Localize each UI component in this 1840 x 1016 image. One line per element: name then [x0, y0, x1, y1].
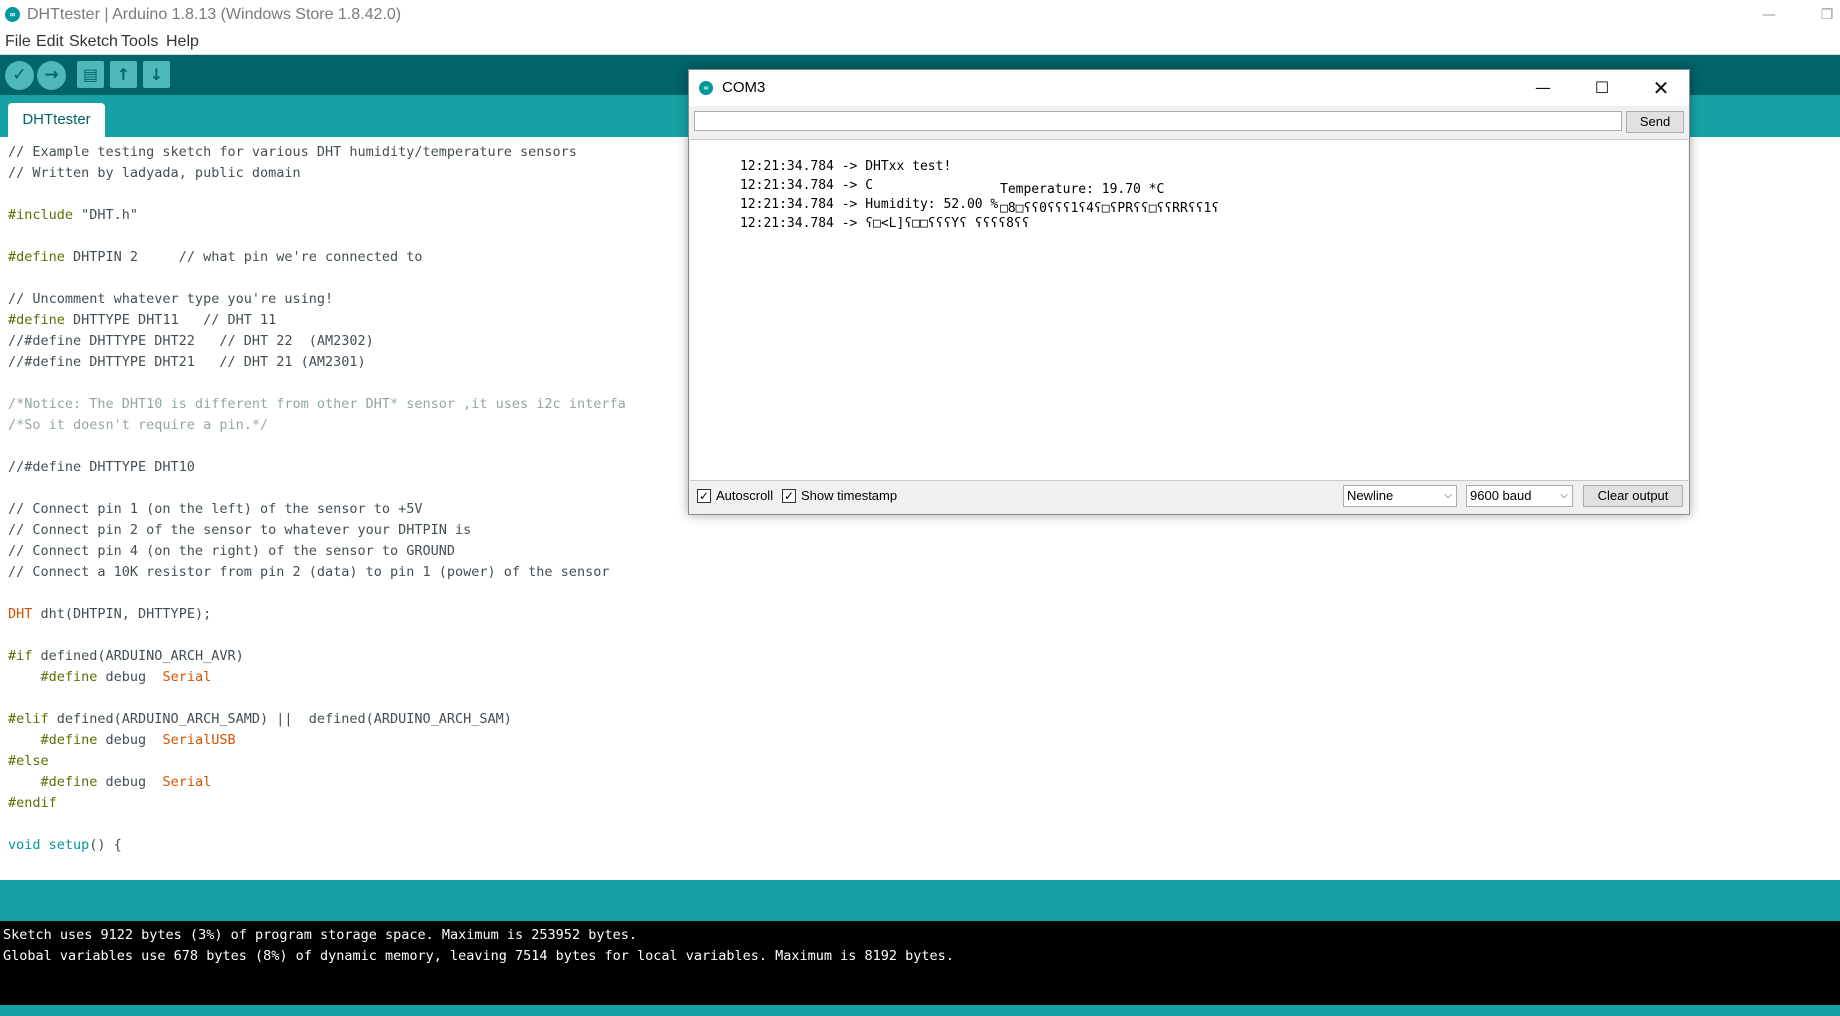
window-title: DHTtester | Arduino 1.8.13 (Windows Stor…	[27, 6, 402, 23]
console-header	[0, 880, 1840, 921]
code-line: #endif	[8, 795, 57, 811]
send-button[interactable]: Send	[1626, 111, 1684, 133]
new-file-icon: ▤	[82, 65, 99, 84]
title-bar: ∞ DHTtester | Arduino 1.8.13 (Windows St…	[0, 0, 1840, 30]
code-line: #define DHTPIN 2 // what pin we're conne…	[8, 249, 423, 265]
code-line: DHT dht(DHTPIN, DHTTYPE);	[8, 606, 212, 622]
arrow-up-icon: ↑	[116, 65, 131, 84]
serial-input[interactable]	[694, 111, 1622, 131]
minimize-icon[interactable]: —	[1757, 4, 1781, 26]
code-line: #include "DHT.h"	[8, 207, 139, 223]
chevron-down-icon: ⌵	[1444, 490, 1452, 501]
close-icon[interactable]: ✕	[1646, 75, 1676, 101]
code-line: // Connect a 10K resistor from pin 2 (da…	[8, 564, 610, 580]
console-line: Sketch uses 9122 bytes (3%) of program s…	[3, 927, 637, 943]
menu-bar: File Edit Sketch Tools Help	[0, 31, 1840, 55]
code-line: //#define DHTTYPE DHT21 // DHT 21 (AM230…	[8, 354, 366, 370]
serial-monitor-footer: ✓ Autoscroll ✓ Show timestamp Newline ⌵ …	[689, 481, 1689, 513]
new-sketch-button[interactable]: ▤	[77, 61, 104, 88]
code-line: #define debug Serial	[8, 669, 212, 685]
clear-output-button[interactable]: Clear output	[1583, 485, 1683, 507]
restore-icon[interactable]: ❐	[1815, 4, 1839, 26]
code-line: void setup() {	[8, 837, 122, 853]
code-line: // Example testing sketch for various DH…	[8, 144, 577, 160]
code-line: #define DHTTYPE DHT11 // DHT 11	[8, 312, 277, 328]
chevron-down-icon: ⌵	[1560, 490, 1568, 501]
upload-button[interactable]: →	[37, 61, 66, 90]
code-line: // Connect pin 2 of the sensor to whatev…	[8, 522, 472, 538]
console-line: Global variables use 678 bytes (8%) of d…	[3, 948, 954, 964]
show-timestamp-checkbox[interactable]: ✓	[782, 489, 796, 503]
menu-file[interactable]: File	[5, 33, 31, 51]
code-line: /*Notice: The DHT10 is different from ot…	[8, 396, 626, 412]
arrow-right-icon: →	[44, 65, 59, 85]
menu-help[interactable]: Help	[166, 33, 199, 51]
code-line: //#define DHTTYPE DHT10	[8, 459, 195, 475]
checkmark-icon: ✓	[12, 65, 27, 85]
code-line: //#define DHTTYPE DHT22 // DHT 22 (AM230…	[8, 333, 374, 349]
code-line: #define debug SerialUSB	[8, 732, 236, 748]
show-timestamp-label: Show timestamp	[801, 488, 898, 503]
arrow-down-icon: ↓	[149, 65, 164, 84]
code-line: // Connect pin 4 (on the right) of the s…	[8, 543, 456, 559]
arduino-logo-icon: ∞	[699, 81, 713, 95]
code-line: #elif defined(ARDUINO_ARCH_SAMD) || defi…	[8, 711, 512, 727]
verify-button[interactable]: ✓	[5, 61, 34, 90]
serial-output-line: 12:21:34.784 -> ʕ□<L]ʕ□□ʕʕʕYʕ ʕʕʕʕ8ʕʕ □8□…	[739, 201, 1220, 231]
serial-monitor-window: ∞ COM3 — ☐ ✕ Send 12:21:34.784 -> DHTxx …	[688, 69, 1690, 515]
console-output: Sketch uses 9122 bytes (3%) of program s…	[0, 921, 1840, 1005]
open-sketch-button[interactable]: ↑	[110, 61, 137, 88]
arduino-logo-icon: ∞	[5, 7, 20, 22]
menu-edit[interactable]: Edit	[36, 33, 64, 51]
tab-dhttester[interactable]: DHTtester	[8, 103, 105, 137]
code-line: // Uncomment whatever type you're using!	[8, 291, 334, 307]
minimize-icon[interactable]: —	[1528, 75, 1558, 101]
autoscroll-label: Autoscroll	[716, 488, 774, 503]
code-text: // Example testing sketch for various DH…	[8, 142, 626, 856]
serial-monitor-title-bar: ∞ COM3 — ☐ ✕	[689, 70, 1689, 106]
code-line: #else	[8, 753, 49, 769]
code-line: // Connect pin 1 (on the left) of the se…	[8, 501, 423, 517]
autoscroll-checkbox[interactable]: ✓	[697, 489, 711, 503]
line-ending-value: Newline	[1347, 488, 1394, 503]
status-bar	[0, 1005, 1840, 1016]
code-line: #define debug Serial	[8, 774, 212, 790]
code-line: // Written by ladyada, public domain	[8, 165, 301, 181]
code-line: /*So it doesn't require a pin.*/	[8, 417, 269, 433]
code-line: #if defined(ARDUINO_ARCH_AVR)	[8, 648, 244, 664]
save-sketch-button[interactable]: ↓	[143, 61, 170, 88]
line-ending-select[interactable]: Newline ⌵	[1343, 485, 1457, 507]
menu-sketch[interactable]: Sketch	[69, 33, 118, 51]
menu-tools[interactable]: Tools	[121, 33, 158, 51]
maximize-icon[interactable]: ☐	[1587, 75, 1617, 101]
serial-output: 12:21:34.784 -> DHTxx test! 12:21:34.784…	[690, 139, 1688, 481]
baud-rate-value: 9600 baud	[1470, 488, 1532, 503]
baud-rate-select[interactable]: 9600 baud ⌵	[1466, 485, 1573, 507]
serial-monitor-title: COM3	[722, 79, 766, 96]
